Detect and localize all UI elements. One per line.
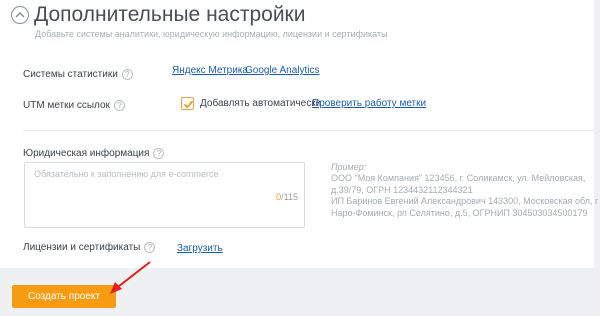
- collapse-chevron-up-icon[interactable]: [11, 6, 29, 24]
- example-line: д.39/79, ОГРН 1234432112344321: [331, 184, 473, 195]
- stats-help-icon[interactable]: ?: [121, 69, 133, 80]
- legal-info-placeholder: Обязательно к заполнению для e-commerce: [34, 169, 219, 179]
- licenses-help-icon[interactable]: ?: [144, 242, 156, 253]
- example-line: ООО "Моя Компания" 123456, г. Соликамск,…: [331, 173, 586, 184]
- divider: [23, 130, 594, 131]
- example-line: ИП Баринов Евгений Александрович 143300,…: [331, 196, 599, 207]
- auto-utm-label[interactable]: Добавлять автоматически: [200, 98, 321, 109]
- google-analytics-link[interactable]: Google Analytics: [245, 65, 320, 76]
- annotation-arrow-icon: [110, 261, 151, 294]
- char-counter-max: /115: [281, 192, 298, 202]
- stats-label: Системы статистики: [23, 69, 118, 80]
- example-title: Пример:: [331, 162, 367, 172]
- section-title: Дополнительные настройки: [34, 3, 306, 26]
- utm-row-label: UTM метки ссылок ?: [23, 100, 125, 111]
- legal-info-textarea[interactable]: Обязательно к заполнению для e-commerce …: [24, 162, 305, 228]
- licenses-label: Лицензии и сертификаты: [23, 242, 141, 253]
- create-project-button[interactable]: Создать проект: [12, 285, 116, 308]
- legal-example: Пример: ООО "Моя Компания" 123456, г. Со…: [331, 162, 599, 219]
- upload-link[interactable]: Загрузить: [177, 243, 223, 254]
- yandex-metrica-link[interactable]: Яндекс Метрика: [172, 65, 248, 76]
- example-line: Наро-Фоминск, рп Селятино, д.5, ОГРНИП 3…: [331, 207, 588, 218]
- settings-panel: Дополнительные настройки Добавьте систем…: [0, 0, 599, 268]
- section-subtitle: Добавьте системы аналитики, юридическую …: [35, 29, 388, 39]
- legal-label: Юридическая информация: [23, 148, 150, 159]
- stats-row-label: Системы статистики ?: [23, 69, 133, 80]
- legal-row-label: Юридическая информация ?: [23, 148, 165, 159]
- licenses-row-label: Лицензии и сертификаты ?: [23, 242, 156, 253]
- check-utm-link[interactable]: Проверить работу метки: [312, 98, 426, 109]
- auto-utm-checkbox[interactable]: [181, 97, 194, 110]
- utm-help-icon[interactable]: ?: [113, 100, 125, 111]
- char-counter: 0/115: [276, 192, 298, 202]
- utm-label: UTM метки ссылок: [23, 100, 110, 111]
- legal-help-icon[interactable]: ?: [153, 148, 165, 159]
